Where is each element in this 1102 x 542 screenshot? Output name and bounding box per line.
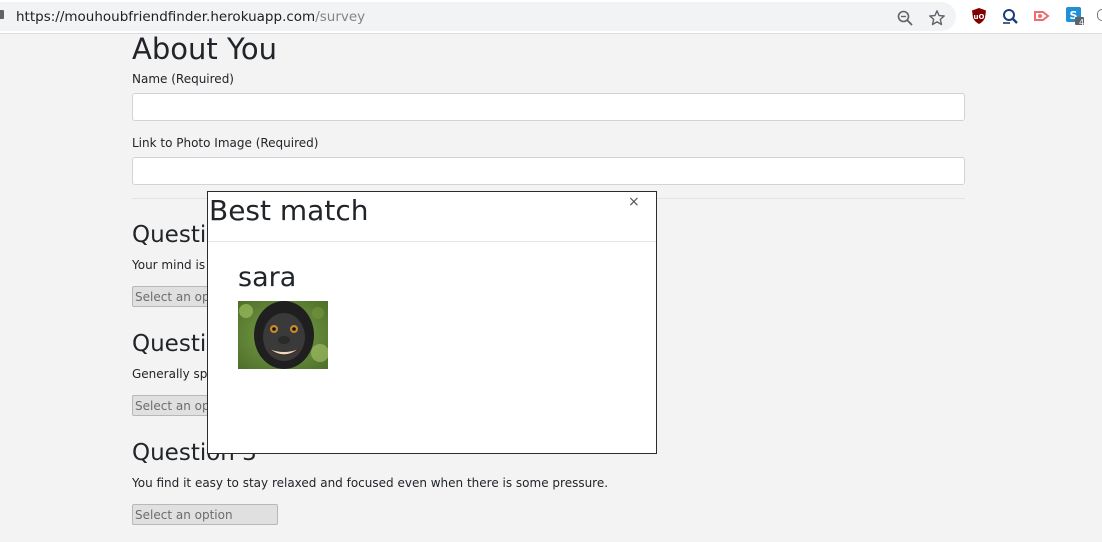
name-input[interactable] bbox=[132, 93, 965, 121]
question-3-text: You find it easy to stay relaxed and foc… bbox=[132, 476, 609, 490]
browser-toolbar: https://mouhoubfriendfinder.herokuapp.co… bbox=[0, 0, 1102, 34]
page-title: About You bbox=[132, 32, 277, 66]
photo-link-label: Link to Photo Image (Required) bbox=[132, 136, 319, 150]
name-label: Name (Required) bbox=[132, 72, 234, 86]
bookmark-star-icon[interactable] bbox=[928, 9, 946, 27]
magnifier-extension-icon[interactable] bbox=[1001, 7, 1019, 25]
close-icon[interactable]: × bbox=[628, 194, 640, 210]
address-bar[interactable]: https://mouhoubfriendfinder.herokuapp.co… bbox=[0, 2, 956, 31]
svg-text:uO: uO bbox=[974, 13, 985, 21]
match-photo bbox=[238, 301, 328, 369]
match-name: sara bbox=[238, 262, 297, 293]
extension-badge: 4 bbox=[1079, 18, 1085, 27]
url-text[interactable]: https://mouhoubfriendfinder.herokuapp.co… bbox=[16, 9, 365, 25]
pocket-cast-icon[interactable] bbox=[1033, 7, 1051, 25]
best-match-modal: Best match × sara bbox=[207, 191, 657, 454]
ublock-shield-icon[interactable]: uO bbox=[970, 7, 988, 25]
modal-header: Best match × bbox=[208, 192, 656, 242]
question-3-select[interactable]: Select an option bbox=[132, 504, 278, 525]
zoom-icon[interactable] bbox=[896, 9, 914, 27]
url-host: https://mouhoubfriendfinder.herokuapp.co… bbox=[16, 9, 316, 25]
url-path: /survey bbox=[315, 9, 366, 25]
menu-edge-icon[interactable] bbox=[1097, 9, 1102, 21]
modal-title: Best match bbox=[209, 194, 369, 227]
photo-link-input[interactable] bbox=[132, 157, 965, 185]
lock-icon bbox=[0, 10, 4, 19]
